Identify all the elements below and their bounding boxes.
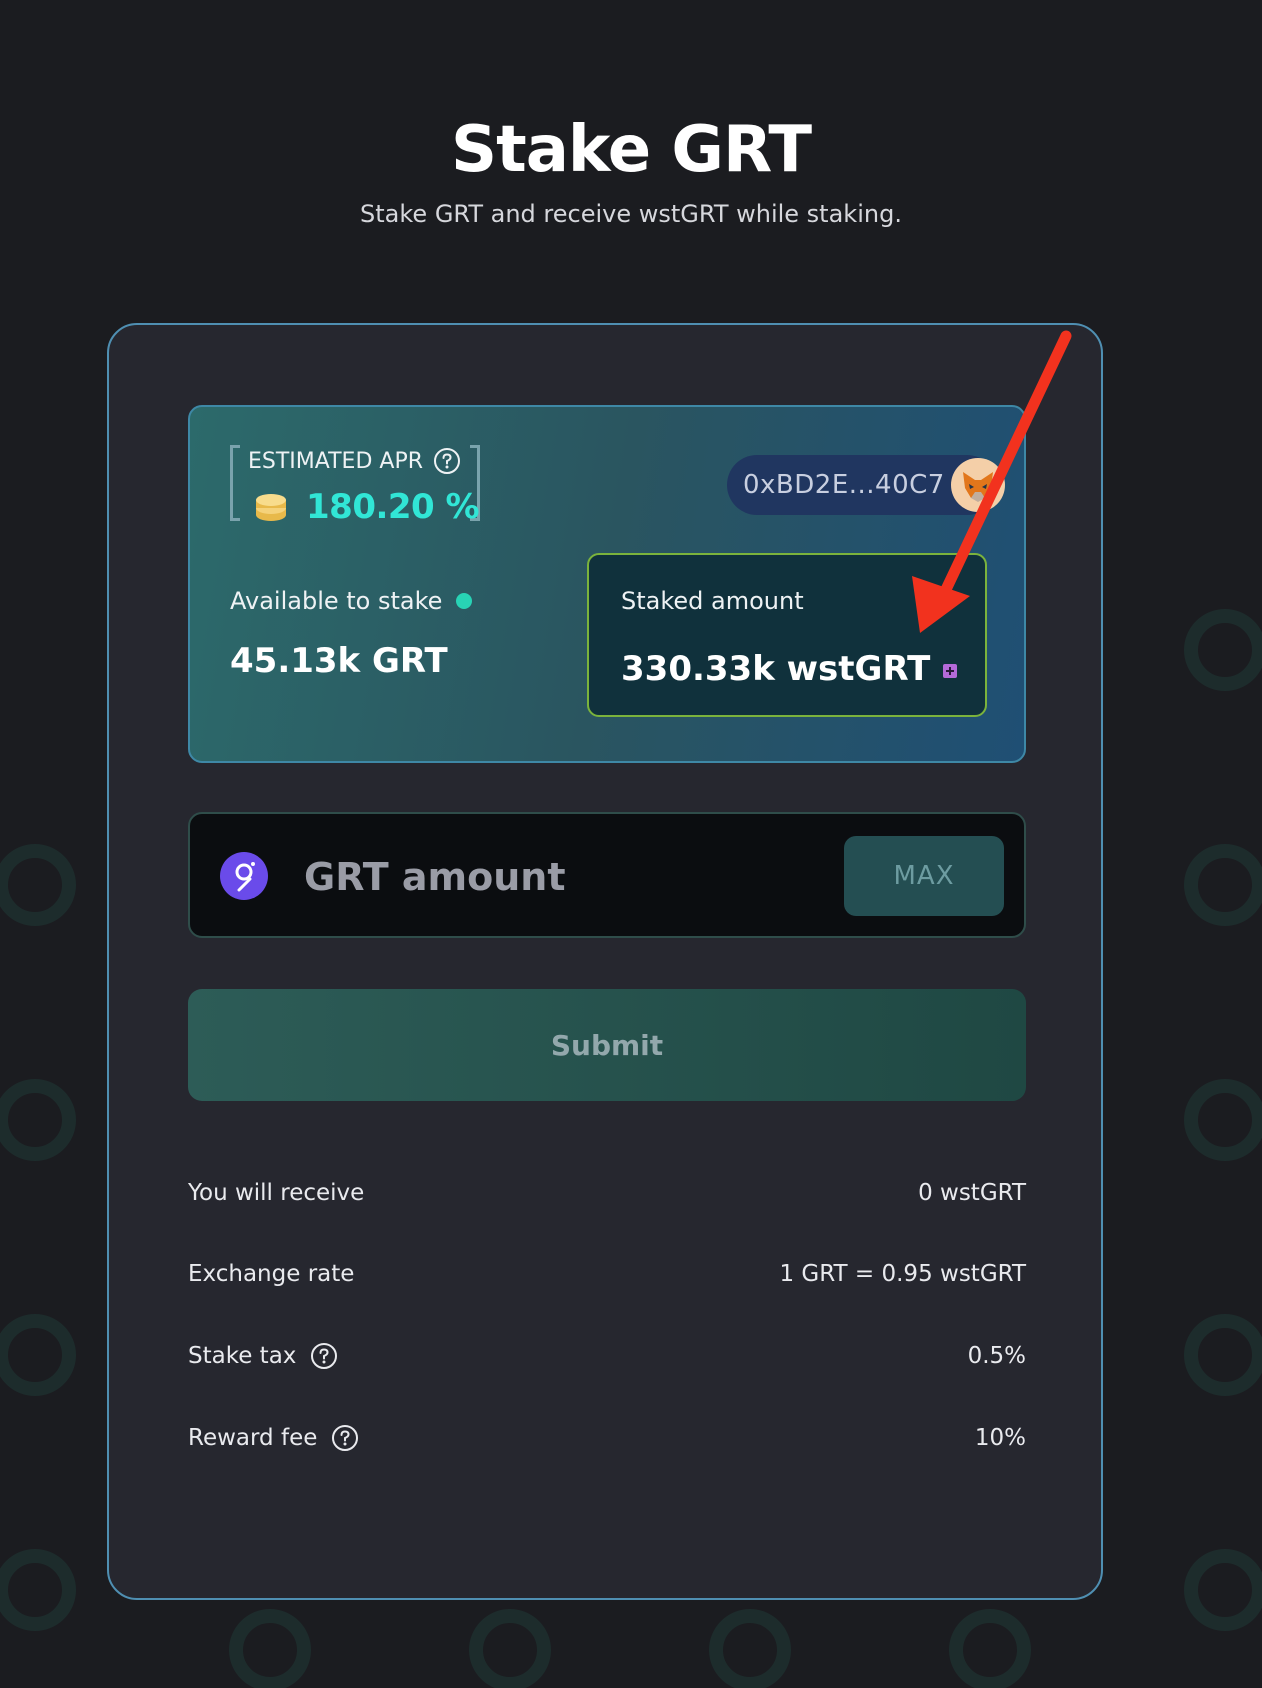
staked-amount-label: Staked amount [621, 587, 804, 615]
graph-token-icon [220, 852, 268, 900]
apr-label: ESTIMATED APR [248, 448, 423, 474]
stake-tax-label: Stake tax [188, 1343, 297, 1369]
reward-fee-label-group: Reward fee [188, 1424, 359, 1452]
page-header: Stake GRT Stake GRT and receive wstGRT w… [0, 112, 1262, 228]
plus-square-icon[interactable] [942, 663, 958, 679]
stake-tax-value: 0.5% [967, 1343, 1026, 1369]
available-to-stake-label: Available to stake [230, 587, 443, 615]
bracket-left-decoration [230, 445, 240, 521]
available-to-stake-label-row: Available to stake [230, 587, 473, 615]
available-to-stake-value: 45.13k GRT [230, 641, 448, 681]
grt-amount-field: MAX [188, 812, 1026, 938]
metamask-fox-icon [951, 458, 1005, 512]
receive-row: You will receive 0 wstGRT [188, 1173, 1026, 1213]
wallet-address: 0xBD2E...40C7 [743, 470, 945, 500]
staking-info-panel: ESTIMATED APR 180.20 % 0xBD2E...40C7 Ava… [188, 405, 1026, 763]
stake-tax-label-group: Stake tax [188, 1342, 338, 1370]
receive-label: You will receive [188, 1180, 365, 1206]
page-subtitle: Stake GRT and receive wstGRT while staki… [360, 200, 902, 228]
page-title: Stake GRT [451, 113, 812, 187]
apr-help-icon[interactable] [433, 447, 461, 475]
status-dot [456, 593, 473, 609]
stake-tax-row: Stake tax 0.5% [188, 1336, 1026, 1376]
reward-fee-value: 10% [974, 1425, 1026, 1451]
apr-value-row: 180.20 % [254, 487, 480, 527]
stake-tax-help-icon[interactable] [310, 1342, 338, 1370]
exchange-rate-value: 1 GRT = 0.95 wstGRT [779, 1261, 1026, 1287]
exchange-rate-label: Exchange rate [188, 1261, 355, 1287]
staked-amount-box: Staked amount 330.33k wstGRT [587, 553, 987, 717]
staked-amount-value-row: 330.33k wstGRT [621, 649, 958, 689]
apr-value: 180.20 % [306, 487, 480, 527]
stake-card: ESTIMATED APR 180.20 % 0xBD2E...40C7 Ava… [107, 323, 1103, 1600]
estimated-apr: ESTIMATED APR 180.20 % [230, 445, 480, 527]
reward-fee-help-icon[interactable] [331, 1424, 359, 1452]
max-button[interactable]: MAX [844, 836, 1004, 916]
coin-stack-icon [256, 494, 286, 521]
exchange-rate-row: Exchange rate 1 GRT = 0.95 wstGRT [188, 1254, 1026, 1294]
apr-label-row: ESTIMATED APR [248, 447, 461, 475]
grt-amount-input[interactable] [302, 844, 786, 910]
wallet-button[interactable]: 0xBD2E...40C7 [727, 455, 1005, 515]
reward-fee-label: Reward fee [188, 1425, 318, 1451]
reward-fee-row: Reward fee 10% [188, 1418, 1026, 1458]
submit-button[interactable]: Submit [188, 989, 1026, 1101]
staked-amount-value: 330.33k wstGRT [621, 649, 931, 689]
receive-value: 0 wstGRT [918, 1180, 1026, 1206]
